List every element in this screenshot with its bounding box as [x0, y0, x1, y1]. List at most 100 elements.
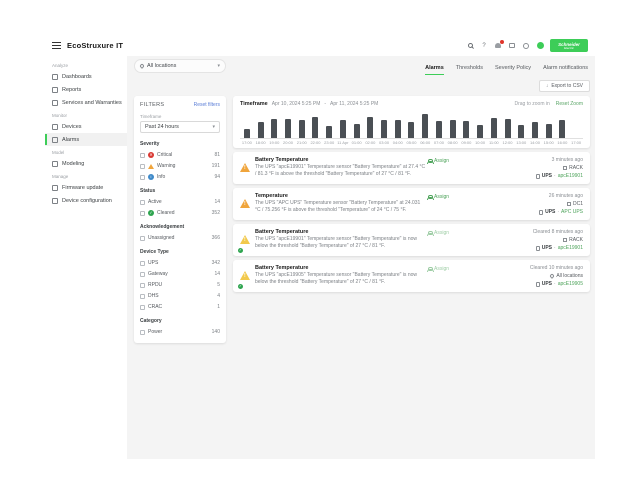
alarm-location: RACK — [536, 165, 583, 171]
alarm-summary: Battery TemperatureThe UPS "apcE19901" T… — [255, 229, 427, 251]
checkbox[interactable] — [140, 283, 145, 288]
content-area: All locations ▾ FILTERS Reset filters Ti… — [127, 56, 595, 459]
tab-alarms[interactable]: Alarms — [425, 65, 444, 75]
services-icon — [52, 100, 58, 106]
checkbox[interactable] — [140, 211, 145, 216]
checkbox[interactable] — [140, 164, 145, 169]
alarm-assign-area: Assign — [427, 265, 507, 287]
filter-group-label: Acknowledgement — [140, 224, 220, 230]
export-csv-button[interactable]: ↓ Export to CSV — [539, 80, 590, 92]
location-selector-value: All locations — [147, 63, 176, 69]
sidebar-item-label: Modeling — [62, 161, 84, 167]
chevron-down-icon: ▾ — [217, 63, 220, 69]
schneider-electric-logo[interactable]: Schneider Electric — [550, 39, 588, 52]
sidebar-item-firmware-update[interactable]: Firmware update — [45, 181, 127, 194]
alarm-description: The UPS "APC UPS" Temperature sensor "Ba… — [255, 200, 427, 215]
alarm-summary: Battery TemperatureThe UPS "apcE19905" T… — [255, 265, 427, 287]
tab-alarm-notifications[interactable]: Alarm notifications — [543, 65, 588, 75]
checkbox[interactable] — [140, 153, 145, 158]
alarm-assign-area: Assign — [427, 229, 507, 251]
menu-hamburger-icon[interactable] — [52, 42, 61, 49]
alarm-description: The UPS "apcE19901" Temperature sensor "… — [255, 236, 427, 251]
tab-thresholds[interactable]: Thresholds — [456, 65, 483, 75]
sidebar-item-modeling[interactable]: Modeling — [45, 157, 127, 170]
alarm-location: All locations — [530, 273, 583, 279]
checkbox[interactable] — [140, 305, 145, 310]
alarm-device-link[interactable]: APC UPS — [561, 209, 583, 215]
alarm-card[interactable]: ✓Battery TemperatureThe UPS "apcE19901" … — [233, 152, 590, 184]
histogram-bar — [340, 120, 346, 138]
alarm-card[interactable]: ✓Battery TemperatureThe UPS "apcE19905" … — [233, 260, 590, 292]
histogram-bar-column — [322, 113, 336, 138]
histogram-bar-column — [460, 113, 474, 138]
histogram-bar-column — [501, 113, 515, 138]
alarms-icon — [52, 137, 58, 143]
sidebar-item-dashboards[interactable]: Dashboards — [45, 70, 127, 83]
settings-icon[interactable] — [522, 42, 530, 50]
help-icon[interactable]: ? — [480, 42, 488, 50]
histogram-bar-column — [528, 113, 542, 138]
alarm-assign-area: Assign — [427, 193, 507, 215]
checkbox[interactable] — [140, 294, 145, 299]
notifications-bell-icon[interactable] — [494, 42, 502, 50]
feedback-icon[interactable] — [508, 42, 516, 50]
filter-option-ups: UPS342 — [140, 260, 220, 266]
alarm-card[interactable]: ✓TemperatureThe UPS "APC UPS" Temperatur… — [233, 188, 590, 220]
assign-person-icon — [427, 159, 432, 164]
sidebar-item-device-configuration[interactable]: Device configuration — [45, 194, 127, 207]
checkbox[interactable] — [140, 272, 145, 277]
alarm-device-link[interactable]: apcE19901 — [558, 245, 583, 251]
filter-option-count: 191 — [212, 163, 220, 169]
timeframe-select[interactable]: Past 24 hours ▾ — [140, 121, 220, 133]
avatar[interactable] — [536, 42, 544, 50]
alarm-histogram[interactable] — [240, 113, 583, 139]
assign-button[interactable]: Assign — [427, 194, 449, 200]
location-selector[interactable]: All locations ▾ — [134, 59, 226, 73]
top-header: EcoStruxure IT ? Schneider Electric — [45, 35, 595, 56]
sidebar-item-alarms[interactable]: Alarms — [45, 133, 127, 146]
axis-tick-label: 08:00 — [446, 140, 460, 145]
sidebar-item-services-and-warranties[interactable]: Services and Warranties — [45, 96, 127, 109]
reset-zoom-link[interactable]: Reset Zoom — [556, 101, 583, 107]
axis-tick-label: 02:00 — [363, 140, 377, 145]
filter-option-critical: Critical81 — [140, 152, 220, 158]
histogram-axis: 17:0018:0019:0020:0021:0022:0023:0011 Ap… — [240, 140, 583, 145]
alarm-card[interactable]: ✓Battery TemperatureThe UPS "apcE19901" … — [233, 224, 590, 256]
histogram-bar — [559, 120, 565, 138]
search-icon[interactable] — [466, 42, 474, 50]
assign-button[interactable]: Assign — [427, 158, 449, 164]
sidebar-section-label: Analyze — [45, 59, 127, 70]
sidebar-item-label: Services and Warranties — [62, 100, 122, 106]
filter-option-label: UPS — [148, 260, 158, 266]
dashboards-icon — [52, 74, 58, 80]
sidebar-item-reports[interactable]: Reports — [45, 83, 127, 96]
modeling-icon — [52, 161, 58, 167]
histogram-bar-column — [281, 113, 295, 138]
tab-severity-policy[interactable]: Severity Policy — [495, 65, 531, 75]
checkbox[interactable] — [140, 261, 145, 266]
histogram-bar-column — [556, 113, 570, 138]
axis-tick-label: 12:00 — [501, 140, 515, 145]
axis-tick-label: 07:00 — [432, 140, 446, 145]
checkbox[interactable] — [140, 236, 145, 241]
chart-date-to: Apr 11, 2024 5:25 PM — [330, 101, 378, 107]
histogram-bar-column — [267, 113, 281, 138]
axis-tick-label: 03:00 — [377, 140, 391, 145]
assign-button[interactable]: Assign — [427, 230, 449, 236]
checkbox[interactable] — [140, 200, 145, 205]
alarm-meta: 26 minutes agoDC1UPS·APC UPS — [539, 193, 583, 215]
assign-button[interactable]: Assign — [427, 266, 449, 272]
filter-option-warning: Warning191 — [140, 163, 220, 169]
histogram-bar-column — [405, 113, 419, 138]
reset-filters-link[interactable]: Reset filters — [194, 102, 220, 108]
checkbox[interactable] — [140, 330, 145, 335]
histogram-bar-column — [309, 113, 323, 138]
alarm-time: 3 minutes ago — [536, 157, 583, 163]
alarm-device-link[interactable]: apcE19905 — [558, 281, 583, 287]
sidebar-item-devices[interactable]: Devices — [45, 120, 127, 133]
checkbox[interactable] — [140, 175, 145, 180]
assign-person-icon — [427, 267, 432, 272]
filter-group-label: Severity — [140, 141, 220, 147]
alarm-device-link[interactable]: apcE19901 — [558, 173, 583, 179]
reports-icon — [52, 87, 58, 93]
